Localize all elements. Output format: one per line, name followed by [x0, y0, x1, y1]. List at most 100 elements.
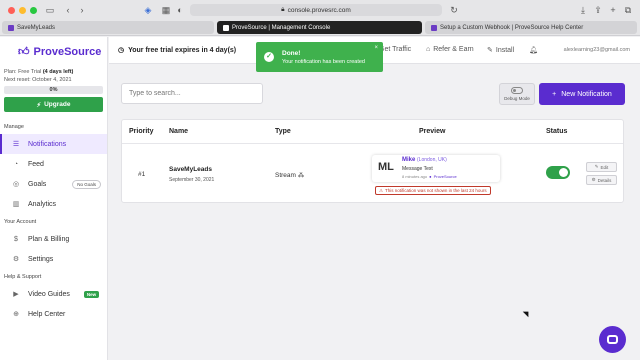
pencil-icon: ✎	[594, 164, 599, 169]
thumbs-up-icon: 👍︎	[18, 46, 30, 58]
get-traffic-label: Get Traffic	[379, 46, 412, 53]
tab-label: Setup a Custom Webhook | ProveSource Hel…	[440, 24, 584, 31]
new-notification-label: New Notification	[561, 90, 612, 98]
sidebar-item-label: Video Guides	[28, 290, 70, 298]
section-help: Help & Support	[4, 274, 42, 280]
video-icon: ▶︎	[13, 291, 19, 298]
next-reset: Next reset: October 4, 2021	[4, 77, 72, 83]
preview-time: 8 minutes ago	[402, 174, 428, 179]
plus-icon: +	[552, 90, 557, 98]
install-link[interactable]: ✎ Install	[487, 46, 515, 55]
upgrade-button[interactable]: ⚡︎ Upgrade	[4, 97, 103, 112]
sidebar-item-settings[interactable]: ⚙︎ Settings	[0, 249, 107, 269]
status-toggle[interactable]	[546, 166, 570, 179]
section-manage: Manage	[4, 124, 24, 130]
debug-label: Debug Mode	[504, 96, 530, 101]
sidebar-item-goals[interactable]: ◎ Goals No Goals	[0, 174, 107, 194]
list-icon: ☰	[12, 141, 20, 148]
sidebar-item-feed[interactable]: ◔ Feed	[0, 154, 107, 174]
success-toast: ✓ Done! Your notification has been creat…	[256, 42, 383, 72]
shield-icon[interactable]: ◈	[142, 4, 154, 16]
goals-badge: No Goals	[72, 179, 101, 189]
reload-icon[interactable]: ↻	[448, 4, 460, 16]
favicon-icon	[431, 24, 437, 31]
plan-info: Plan: Free Trial (4 days left) Next rese…	[0, 58, 107, 84]
bolt-icon: ⚡︎	[36, 101, 42, 109]
column-header-status[interactable]: Status	[546, 128, 567, 135]
plan-days-left: (4 days left)	[42, 69, 74, 75]
details-label: Details	[597, 177, 612, 183]
bell-icon[interactable]: 🔔︎	[529, 46, 538, 54]
chat-launcher-button[interactable]	[599, 326, 626, 353]
url-text: console.provesrc.com	[287, 6, 351, 14]
new-badge: New	[83, 290, 100, 298]
upgrade-label: Upgrade	[44, 101, 71, 108]
sidebar-item-label: Help Center	[28, 310, 66, 318]
row-type-label: Stream	[275, 172, 296, 179]
new-notification-button[interactable]: + New Notification	[539, 83, 625, 105]
edit-button[interactable]: ✎ Edit	[586, 162, 617, 172]
close-window-button[interactable]	[8, 7, 15, 14]
preview-meta: 8 minutes ago ● ProveSource	[402, 174, 457, 179]
back-icon[interactable]: ‹	[62, 4, 74, 16]
notification-preview[interactable]: ML Mike (London, UK) Message Text 8 minu…	[372, 155, 500, 182]
gear-icon: ⚙︎	[591, 177, 596, 182]
column-header-name[interactable]: Name	[169, 128, 188, 135]
section-account: Your Account	[4, 219, 37, 225]
sidebar-item-label: Analytics	[28, 200, 57, 208]
logo[interactable]: 👍︎ ProveSource	[0, 37, 107, 59]
column-header-priority[interactable]: Priority	[129, 128, 154, 135]
sidebar-item-plan-billing[interactable]: $ Plan & Billing	[0, 229, 107, 249]
tab-label: SaveMyLeads	[17, 24, 56, 31]
tab-label: ProveSource | Management Console	[232, 24, 331, 31]
extension-icon[interactable]: ▦	[160, 4, 172, 16]
tab-savemyleads[interactable]: SaveMyLeads	[2, 21, 214, 34]
refer-earn-link[interactable]: ⌂ Refer & Earn	[426, 46, 474, 53]
debug-mode-toggle[interactable]: Debug Mode	[499, 83, 535, 105]
row-name[interactable]: SaveMyLeads	[169, 166, 212, 173]
header-divider	[122, 143, 623, 144]
install-label: Install	[495, 46, 515, 54]
sidebar-item-label: Feed	[28, 160, 44, 168]
preview-location: (London, UK)	[417, 157, 447, 163]
sidebar-item-help-center[interactable]: ⊕ Help Center	[0, 304, 107, 324]
usage-text: 0%	[49, 87, 58, 93]
share-icon[interactable]: ⇪	[592, 4, 604, 16]
sidebar-item-analytics[interactable]: ▥ Analytics	[0, 194, 107, 214]
plan-label: Plan: Free Trial	[4, 69, 43, 75]
sidebar-toggle-icon[interactable]: ▭	[44, 4, 56, 16]
sidebar-item-notifications[interactable]: ☰ Notifications	[0, 134, 107, 154]
address-bar[interactable]: 🔒︎ console.provesrc.com	[190, 4, 442, 16]
mouse-cursor	[522, 308, 532, 318]
column-header-type[interactable]: Type	[275, 128, 291, 135]
download-icon[interactable]: ⤓	[577, 4, 589, 16]
forward-icon[interactable]: ›	[76, 4, 88, 16]
preview-message: Message Text	[402, 166, 433, 172]
lock-icon: 🔒︎	[281, 6, 285, 13]
browser-chrome: ▭ ‹ › ◈ ▦ ◐ 🔒︎ console.provesrc.com ↻ ⤓ …	[0, 0, 640, 36]
row-type: Stream ⁂	[275, 171, 304, 179]
tab-overview-icon[interactable]: ⧉	[622, 4, 634, 16]
tab-provesource[interactable]: ProveSource | Management Console	[217, 21, 422, 34]
new-tab-icon[interactable]: +	[607, 4, 619, 16]
account-email[interactable]: alexlearning23@gmail.com	[564, 47, 630, 53]
trial-text: Your free trial expires in 4 day(s)	[128, 46, 237, 54]
search-input[interactable]	[121, 83, 263, 104]
privacy-icon[interactable]: ◐	[174, 4, 186, 16]
preview-name: Mike (London, UK)	[402, 157, 447, 163]
maximize-window-button[interactable]	[30, 7, 37, 14]
sidebar-item-video-guides[interactable]: ▶︎ Video Guides New	[0, 284, 107, 304]
sidebar-item-label: Notifications	[28, 140, 67, 148]
get-traffic-link[interactable]: Get Traffic	[379, 46, 411, 53]
row-date: September 30, 2021	[169, 177, 215, 183]
code-icon: ✎	[487, 47, 493, 54]
preview-person: Mike	[402, 157, 416, 163]
lifebuoy-icon: ⊕	[13, 311, 19, 318]
row-priority: #1	[138, 171, 146, 178]
details-button[interactable]: ⚙︎ Details	[586, 175, 617, 185]
toggle-icon	[511, 87, 523, 94]
close-icon[interactable]: ×	[374, 45, 378, 51]
warning-icon: ⚠︎	[379, 187, 384, 193]
minimize-window-button[interactable]	[19, 7, 26, 14]
tab-help-center[interactable]: Setup a Custom Webhook | ProveSource Hel…	[425, 21, 637, 34]
